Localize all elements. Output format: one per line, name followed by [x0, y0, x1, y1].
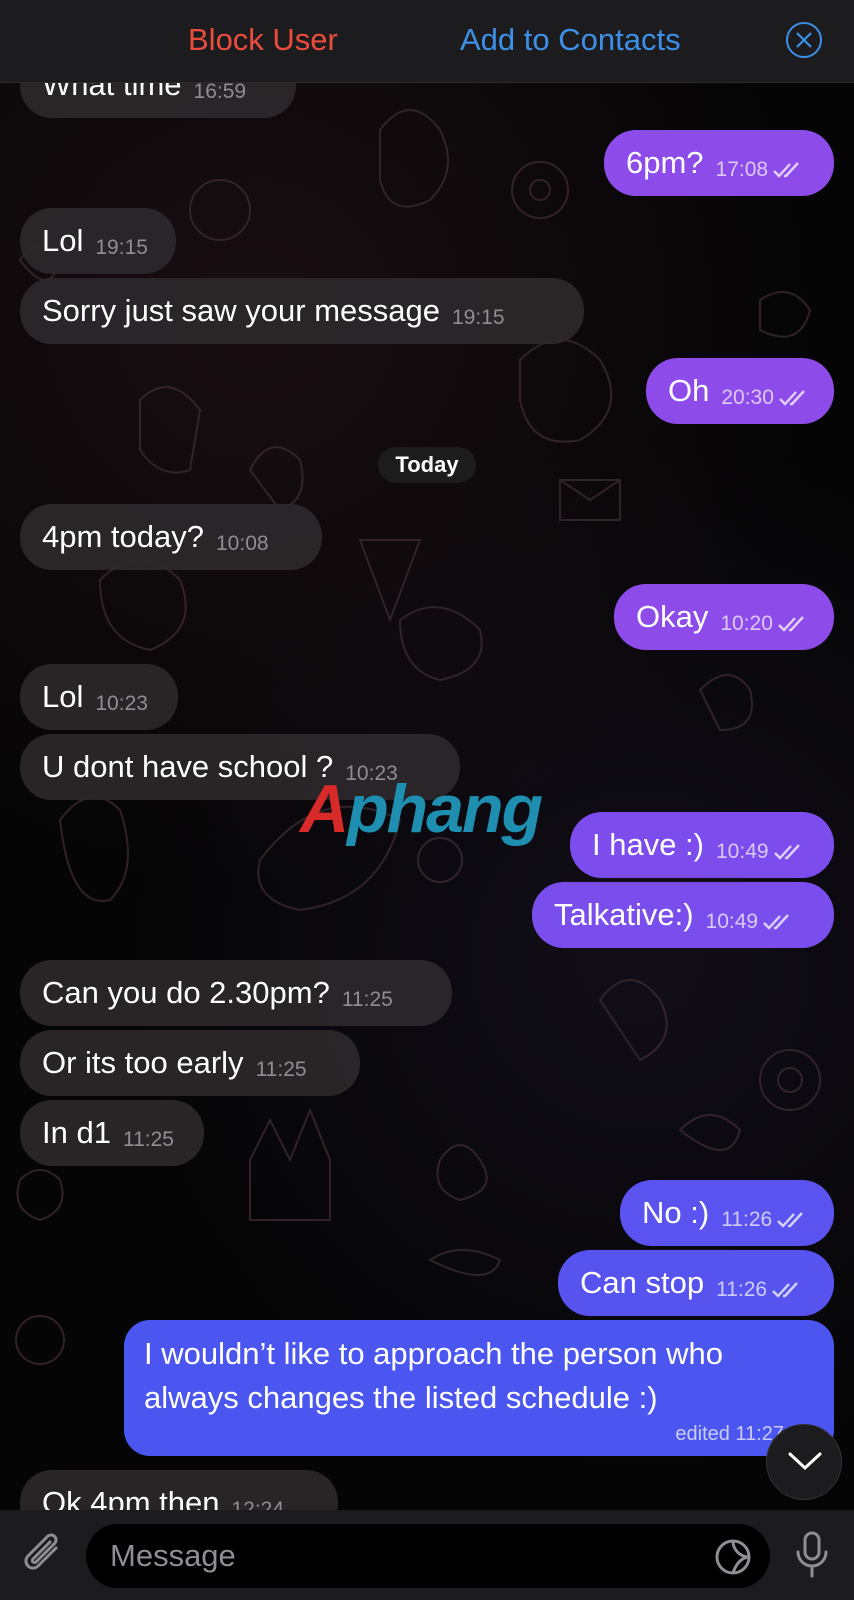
message-time: 10:08	[216, 532, 269, 555]
close-icon[interactable]	[786, 22, 822, 58]
message-time: 11:25	[341, 988, 393, 1011]
paperclip-icon[interactable]	[22, 1530, 66, 1580]
message-time: 20:30	[721, 386, 774, 409]
incoming-message[interactable]: In d1 11:25	[20, 1100, 204, 1166]
incoming-message[interactable]: Or its too early 11:25	[20, 1030, 360, 1096]
message-time: 17:08	[715, 158, 769, 181]
message-text: I wouldn’t like to approach the person w…	[144, 1336, 724, 1415]
message-text: No :)	[642, 1195, 710, 1230]
message-time: 10:49	[716, 840, 769, 863]
message-text: Can stop	[580, 1265, 705, 1300]
outgoing-message[interactable]: I wouldn’t like to approach the person w…	[124, 1320, 834, 1456]
message-text: Talkative:)	[554, 897, 694, 932]
watermark-part2: phang	[347, 771, 543, 847]
message-composer	[0, 1510, 854, 1600]
message-input[interactable]	[86, 1524, 770, 1588]
outgoing-message[interactable]: Okay 10:20	[614, 584, 834, 650]
incoming-message[interactable]: Can you do 2.30pm? 11:25	[20, 960, 452, 1026]
double-check-icon	[777, 1212, 804, 1228]
message-text: Can you do 2.30pm?	[42, 975, 330, 1010]
block-user-button[interactable]: Block User	[188, 22, 338, 58]
message-text: Oh	[668, 373, 710, 408]
message-text: Ok 4pm then	[42, 1485, 220, 1510]
scroll-to-bottom-button[interactable]	[766, 1424, 842, 1500]
message-time: 11:25	[122, 1128, 174, 1151]
message-text: I have :)	[592, 827, 704, 862]
message-time: edited 11:27	[675, 1423, 784, 1445]
message-time: 10:49	[705, 910, 759, 933]
outgoing-message[interactable]: No :) 11:26	[620, 1180, 834, 1246]
message-time: 19:15	[95, 236, 148, 259]
incoming-message[interactable]: Sorry just saw your message 19:15	[20, 278, 584, 344]
double-check-icon	[763, 914, 789, 930]
message-time: 16:59	[193, 80, 247, 103]
sticker-icon[interactable]	[714, 1538, 752, 1576]
message-text: Lol	[42, 679, 84, 714]
message-time: 19:15	[451, 306, 505, 329]
outgoing-message[interactable]: Can stop 11:26	[558, 1250, 834, 1316]
incoming-message[interactable]: Lol 19:15	[20, 208, 176, 274]
watermark-part1: A	[300, 771, 349, 847]
date-separator: Today	[378, 447, 476, 483]
outgoing-message[interactable]: I have :) 10:49	[570, 812, 834, 878]
message-time: 11:25	[255, 1058, 307, 1081]
message-text: In d1	[42, 1115, 111, 1150]
double-check-icon	[772, 1282, 798, 1298]
top-action-bar: Block User Add to Contacts	[0, 0, 854, 83]
message-text: 6pm?	[626, 145, 704, 180]
outgoing-message[interactable]: 6pm? 17:08	[604, 130, 834, 196]
outgoing-message[interactable]: Oh 20:30	[646, 358, 834, 424]
message-text: Okay	[636, 599, 709, 634]
incoming-message[interactable]: Ok 4pm then 12:24	[20, 1470, 338, 1510]
message-time: 10:20	[720, 612, 773, 635]
watermark-logo: Aphang	[300, 770, 543, 848]
message-text: U dont have school ?	[42, 749, 334, 784]
message-time: 10:23	[95, 692, 148, 715]
message-time: 12:24	[231, 1498, 285, 1510]
double-check-icon	[773, 162, 799, 178]
message-time: 11:26	[716, 1278, 768, 1301]
message-text: Or its too early	[42, 1045, 244, 1080]
message-text: 4pm today?	[42, 519, 204, 554]
microphone-icon[interactable]	[794, 1530, 830, 1580]
add-to-contacts-button[interactable]: Add to Contacts	[460, 22, 681, 58]
outgoing-message[interactable]: Talkative:) 10:49	[532, 882, 834, 948]
incoming-message[interactable]: Lol 10:23	[20, 664, 178, 730]
double-check-icon	[773, 844, 800, 860]
double-check-icon	[779, 390, 805, 406]
incoming-message[interactable]: 4pm today? 10:08	[20, 504, 322, 570]
double-check-icon	[778, 616, 804, 632]
message-text: Sorry just saw your message	[42, 293, 440, 328]
message-list[interactable]: What time 16:59 6pm? 17:08 Lol 19:15 Sor…	[0, 0, 854, 1510]
message-text: Lol	[42, 223, 84, 258]
chevron-down-icon	[788, 1452, 822, 1471]
message-time: 11:26	[721, 1208, 773, 1231]
